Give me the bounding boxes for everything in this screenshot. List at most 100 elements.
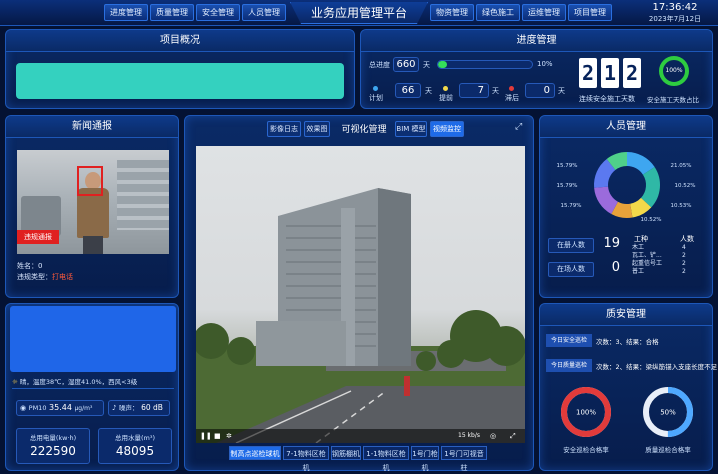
people-donut: 15.79% 21.05% 10.52% 10.53% 15.79% 15.79% 10.5…: [557, 152, 696, 223]
tab-bim-model[interactable]: BIM 模型: [395, 121, 427, 137]
delay-dot-icon: [509, 86, 514, 91]
environment-banner: [10, 306, 176, 372]
quality-rate-value: 50%: [660, 409, 676, 417]
nav-ops[interactable]: 运维管理: [522, 4, 566, 21]
fullscreen-icon[interactable]: ⤢: [515, 122, 522, 132]
tab-video-monitor[interactable]: 视频监控: [430, 121, 464, 137]
donut-slice: [594, 186, 619, 215]
shelf-shape: [117, 160, 169, 230]
quality-inspection-text: 次数：2、结果：梁纵筋锚入支座长度不足: [596, 363, 718, 371]
worktype-table: 木工 4 瓦工、铲... 2 起重信号工 2 普工 2: [632, 244, 708, 280]
expand-icon[interactable]: ⤢: [510, 429, 516, 443]
camera-tab-6[interactable]: 1号门可视音柱: [441, 446, 487, 472]
power-box: 总用电量(kw·h) 222590: [16, 428, 90, 464]
power-label: 总用电量(kw·h): [29, 434, 77, 442]
safety-rate-label: 安全巡检合格率: [563, 446, 609, 454]
donut-slice: [611, 201, 633, 218]
table-cell-count: 4: [682, 244, 686, 251]
violation-tag: 违规通报: [17, 230, 59, 244]
donut-slice-label: 10.52%: [641, 217, 662, 223]
news-type-value: 打电话: [52, 273, 73, 281]
pm-unit: μg/m³: [74, 405, 93, 412]
table-cell-type: 普工: [632, 268, 645, 275]
plan-unit: 天: [425, 87, 432, 95]
registered-value: 19: [603, 236, 620, 251]
nav-materials[interactable]: 物资管理: [430, 4, 474, 21]
progress-bar-fill: [438, 61, 448, 68]
plan-label: 计划: [369, 94, 383, 102]
stream-speed: 15 kb/s: [458, 432, 480, 439]
camera-tab-2[interactable]: 7-1物料区枪机: [283, 446, 329, 472]
noise-value: 60 dB: [141, 403, 163, 412]
clock-date: 2023年7月12日: [648, 15, 702, 23]
weather-text: 晴，温度38℃，湿度41.0%，西风<3级: [19, 378, 138, 386]
news-panel: 新闻通报 违规通报 姓名：0 违规类型：打电话: [5, 115, 179, 298]
pause-icon[interactable]: ❚❚: [200, 429, 212, 443]
donut-slice-label: 15.79%: [557, 163, 578, 169]
table-cell-type: 木工: [632, 244, 645, 251]
snapshot-icon[interactable]: ◎: [490, 429, 496, 443]
ratio-value: 100%: [665, 67, 683, 74]
plan-dot-icon: [373, 86, 378, 91]
donut-slice-label: 15.79%: [561, 203, 582, 209]
donut-slice: [626, 152, 655, 175]
nav-safety[interactable]: 安全管理: [196, 4, 240, 21]
stop-icon[interactable]: ■: [214, 429, 221, 443]
overview-title: 项目概况: [6, 30, 354, 52]
quality-inspection-tag: 今日质量巡检: [546, 359, 592, 372]
settings-icon[interactable]: ✲: [226, 429, 232, 443]
nav-people[interactable]: 人员管理: [242, 4, 286, 21]
camera-tab-4[interactable]: 1-1物料区枪机: [363, 446, 409, 472]
ahead-label: 提前: [439, 94, 453, 102]
noise-icon: ♪: [112, 404, 117, 412]
worktype-col-header: 工种: [634, 235, 648, 243]
donut-slice: [606, 152, 628, 171]
table-cell-count: 2: [682, 260, 686, 267]
count-col-header: 人数: [680, 235, 694, 243]
page-title: 业务应用管理平台: [290, 2, 428, 24]
clock-time: 17:36:42: [652, 2, 698, 13]
weather-row: ☼ 晴，温度38℃，湿度41.0%，西风<3级: [12, 375, 174, 389]
delay-value: 0: [525, 83, 555, 98]
total-progress-unit: 天: [423, 61, 430, 69]
news-name: 姓名：0: [17, 261, 42, 271]
water-value: 48095: [115, 444, 155, 458]
safety-rate-value: 100%: [576, 409, 596, 417]
table-cell-type: 瓦工、铲...: [632, 252, 662, 259]
progress-title: 进度管理: [361, 30, 712, 52]
visual-title: 可视化管理: [341, 125, 387, 135]
nav-green[interactable]: 绿色施工: [476, 4, 520, 21]
safe-days-digit-2: 1: [601, 58, 619, 88]
ahead-dot-icon: [443, 86, 448, 91]
nav-quality[interactable]: 质量管理: [150, 4, 194, 21]
noise-box: ♪ 噪声： 60 dB: [108, 400, 170, 416]
table-row: 瓦工、铲... 2: [632, 252, 708, 260]
news-type-label: 违规类型：: [17, 273, 52, 281]
nav-progress[interactable]: 进度管理: [104, 4, 148, 21]
camera-tab-3[interactable]: 钢筋棚机: [331, 446, 361, 460]
safety-inspection-tag: 今日安全巡检: [546, 334, 592, 347]
video-view[interactable]: ❚❚ ■ ✲ 15 kb/s ◎ ⤢: [196, 146, 525, 443]
table-cell-type: 起重信号工: [632, 260, 663, 267]
donut-slice: [629, 197, 652, 218]
delay-label: 滞后: [505, 94, 519, 102]
news-type: 违规类型：打电话: [17, 272, 73, 282]
video-controls: ❚❚ ■ ✲ 15 kb/s ◎ ⤢: [196, 429, 525, 443]
news-title: 新闻通报: [6, 116, 178, 138]
donut-slice-label: 15.79%: [557, 183, 578, 189]
camera-tab-5[interactable]: 1号门枪机: [411, 446, 439, 472]
donut-slice-label: 10.52%: [675, 183, 696, 189]
tab-renderings[interactable]: 效果图: [304, 121, 330, 137]
power-value: 222590: [30, 444, 76, 458]
noise-label: 噪声：: [119, 404, 139, 412]
onsite-value: 0: [611, 260, 620, 275]
nav-project[interactable]: 项目管理: [568, 4, 612, 21]
camera-tab-1[interactable]: 制高点巡检球机: [229, 446, 281, 460]
people-title: 人员管理: [540, 116, 712, 138]
overview-panel: 项目概况: [5, 29, 355, 109]
tab-image-log[interactable]: 影像日志: [267, 121, 301, 137]
table-cell-count: 2: [682, 268, 686, 275]
news-photo[interactable]: 违规通报: [17, 150, 169, 254]
progress-percent: 10%: [537, 60, 553, 68]
water-label: 总用水量(m³): [114, 434, 155, 442]
